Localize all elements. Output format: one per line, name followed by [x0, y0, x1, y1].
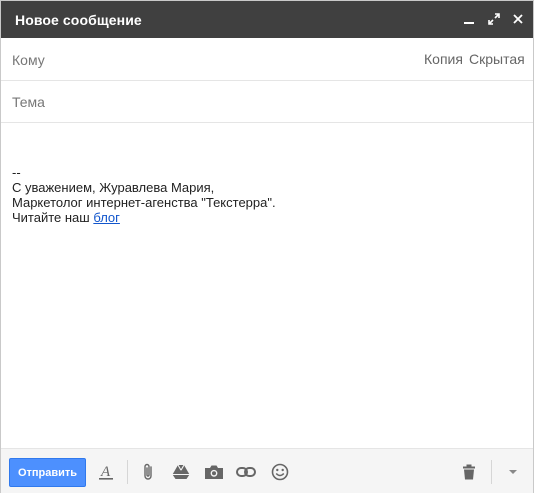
signature-text: Читайте наш — [12, 210, 94, 225]
signature-line: Читайте наш блог — [12, 210, 522, 225]
signature-line: С уважением, Журавлева Мария, — [12, 180, 215, 195]
signature-separator: -- — [12, 165, 21, 180]
toolbar-divider — [491, 460, 492, 484]
to-input[interactable] — [61, 47, 405, 73]
compose-toolbar: Отправить A — [1, 448, 533, 493]
photo-icon[interactable] — [203, 461, 225, 483]
cc-link[interactable]: Копия — [424, 51, 463, 67]
subject-label: Тема — [12, 94, 45, 110]
signature-line: Маркетолог интернет-агенства "Текстерра"… — [12, 195, 276, 210]
svg-text:A: A — [100, 464, 111, 480]
subject-row: Тема — [1, 81, 533, 123]
more-options-icon[interactable] — [502, 461, 524, 483]
to-label: Кому — [12, 52, 45, 68]
emoji-icon[interactable] — [269, 461, 291, 483]
subject-input[interactable] — [61, 89, 405, 115]
toolbar-divider — [127, 460, 128, 484]
popout-icon[interactable] — [485, 10, 503, 28]
format-text-icon[interactable]: A — [95, 461, 117, 483]
blog-link[interactable]: блог — [93, 210, 120, 225]
drive-icon[interactable] — [170, 461, 192, 483]
bcc-link[interactable]: Скрытая — [469, 51, 525, 67]
compose-title: Новое сообщение — [15, 12, 142, 28]
to-row: Кому Копия Скрытая — [1, 39, 533, 81]
compose-window: Новое сообщение Кому Копия Скрытая Тема — [0, 0, 534, 493]
trash-icon[interactable] — [458, 461, 480, 483]
message-body[interactable]: -- С уважением, Журавлева Мария, Маркето… — [12, 165, 522, 225]
compose-titlebar[interactable]: Новое сообщение — [1, 1, 533, 38]
send-button[interactable]: Отправить — [9, 458, 86, 487]
attach-icon[interactable] — [138, 461, 160, 483]
close-icon[interactable] — [509, 10, 527, 28]
link-icon[interactable] — [235, 461, 257, 483]
minimize-icon[interactable] — [460, 10, 478, 28]
